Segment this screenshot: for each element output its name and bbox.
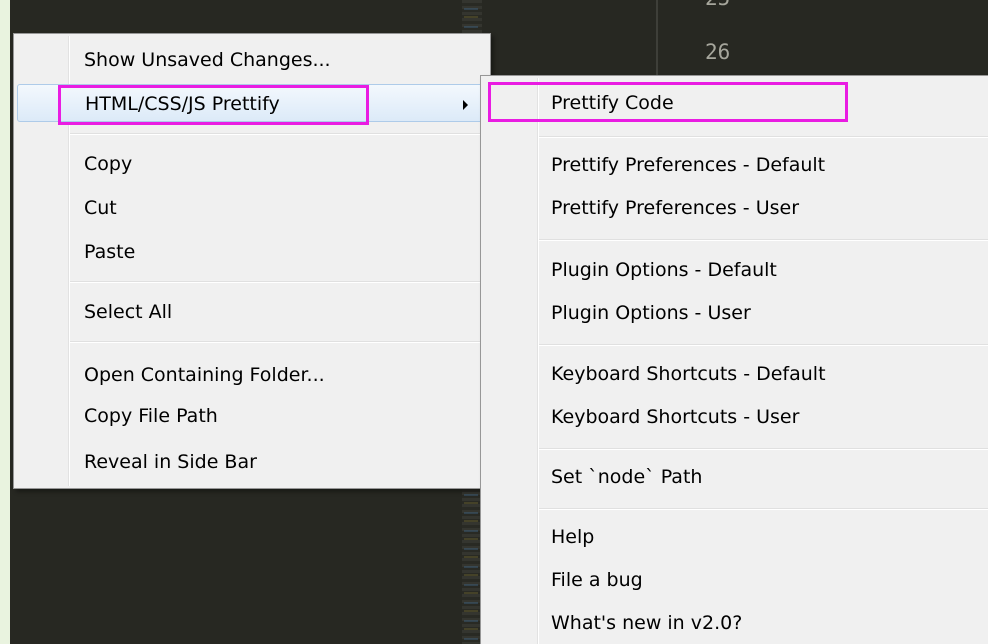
menu-item-label: Copy xyxy=(84,153,133,175)
menu-item-prettify-preferences-user[interactable]: Prettify Preferences - User xyxy=(481,189,988,227)
menu-item-label: Prettify Preferences - Default xyxy=(551,154,826,176)
menu-item-plugin-options-default[interactable]: Plugin Options - Default xyxy=(481,251,988,289)
menu-item-label: Reveal in Side Bar xyxy=(84,451,257,473)
menu-separator xyxy=(70,341,488,343)
menu-separator xyxy=(539,508,988,510)
menu-item-copy-file-path[interactable]: Copy File Path xyxy=(14,397,490,435)
menu-item-show-unsaved-changes[interactable]: Show Unsaved Changes... xyxy=(14,41,490,79)
line-number: 25 xyxy=(705,0,730,10)
menu-item-label: Open Containing Folder... xyxy=(84,364,325,386)
menu-separator xyxy=(70,133,488,135)
prettify-submenu: Prettify Code Prettify Preferences - Def… xyxy=(480,75,988,644)
menu-item-html-css-js-prettify[interactable]: HTML/CSS/JS Prettify xyxy=(17,84,487,122)
menu-item-set-node-path[interactable]: Set `node` Path xyxy=(481,458,988,496)
menu-separator xyxy=(539,239,988,241)
menu-item-keyboard-shortcuts-default[interactable]: Keyboard Shortcuts - Default xyxy=(481,355,988,393)
menu-item-label: Copy File Path xyxy=(84,405,218,427)
menu-item-label: Prettify Code xyxy=(551,92,674,114)
menu-item-label: Plugin Options - User xyxy=(551,302,751,324)
editor-context-menu: Show Unsaved Changes... HTML/CSS/JS Pret… xyxy=(13,33,491,489)
menu-item-whats-new[interactable]: What's new in v2.0? xyxy=(481,604,988,642)
menu-item-file-a-bug[interactable]: File a bug xyxy=(481,561,988,599)
menu-item-label: Keyboard Shortcuts - User xyxy=(551,406,800,428)
menu-separator xyxy=(539,136,988,138)
menu-separator xyxy=(70,281,488,283)
desktop-background xyxy=(0,0,10,644)
menu-item-label: Set `node` Path xyxy=(551,466,703,488)
gutter-separator xyxy=(656,0,658,80)
menu-item-label: HTML/CSS/JS Prettify xyxy=(85,93,280,115)
menu-item-label: Plugin Options - Default xyxy=(551,259,777,281)
menu-item-help[interactable]: Help xyxy=(481,518,988,556)
menu-item-label: File a bug xyxy=(551,569,643,591)
menu-item-label: Help xyxy=(551,526,595,548)
menu-item-label: Paste xyxy=(84,241,136,263)
menu-item-plugin-options-user[interactable]: Plugin Options - User xyxy=(481,294,988,332)
menu-item-label: Select All xyxy=(84,301,173,323)
menu-item-label: Show Unsaved Changes... xyxy=(84,49,331,71)
menu-separator xyxy=(539,448,988,450)
submenu-arrow-icon xyxy=(463,100,468,110)
menu-item-select-all[interactable]: Select All xyxy=(14,293,490,331)
menu-item-label: What's new in v2.0? xyxy=(551,612,743,634)
menu-item-paste[interactable]: Paste xyxy=(14,233,490,271)
menu-item-keyboard-shortcuts-user[interactable]: Keyboard Shortcuts - User xyxy=(481,398,988,436)
menu-separator xyxy=(539,344,988,346)
menu-item-label: Keyboard Shortcuts - Default xyxy=(551,363,826,385)
menu-item-reveal-in-side-bar[interactable]: Reveal in Side Bar xyxy=(14,443,490,481)
line-number: 26 xyxy=(705,40,731,64)
menu-item-open-containing-folder[interactable]: Open Containing Folder... xyxy=(14,356,490,394)
menu-item-prettify-preferences-default[interactable]: Prettify Preferences - Default xyxy=(481,146,988,184)
menu-item-label: Prettify Preferences - User xyxy=(551,197,800,219)
menu-item-copy[interactable]: Copy xyxy=(14,145,490,183)
menu-item-cut[interactable]: Cut xyxy=(14,189,490,227)
menu-item-label: Cut xyxy=(84,197,117,219)
menu-item-prettify-code[interactable]: Prettify Code xyxy=(481,84,988,122)
